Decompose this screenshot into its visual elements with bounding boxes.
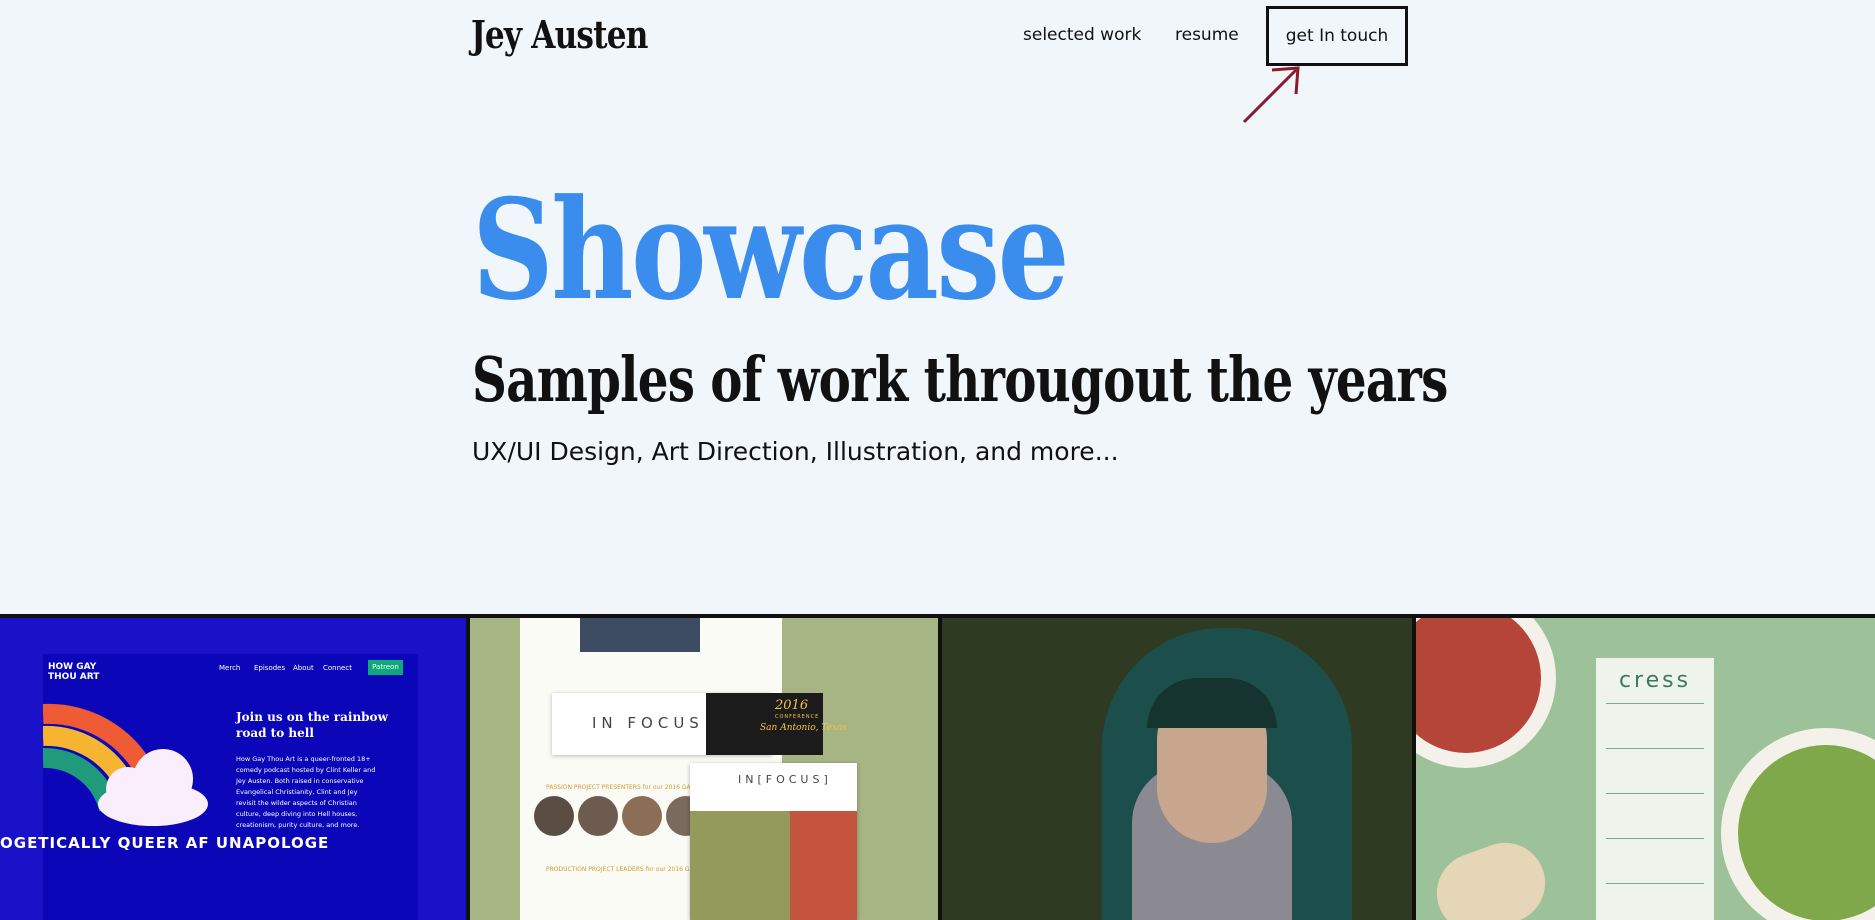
arrow-annotation-icon (1242, 66, 1300, 124)
infocus-photo (580, 618, 700, 652)
cress-brand: cress (1618, 668, 1692, 693)
cress-menu-card: cress (1596, 658, 1714, 920)
page-title: Showcase (472, 168, 1070, 331)
menu-divider (1606, 703, 1704, 704)
infocus-location: San Antonio, Texas (760, 723, 848, 733)
site-header: Jey Austen selected work resume get In t… (0, 0, 1875, 124)
mockup-marquee: OGETICALLY QUEER AF UNAPOLOGE (0, 834, 330, 852)
menu-divider (1606, 793, 1704, 794)
menu-divider (1606, 883, 1704, 884)
nav-resume-link[interactable]: resume (1175, 6, 1239, 64)
gallery-tile-cress-menu[interactable]: cress (1416, 618, 1875, 920)
avatar (578, 796, 618, 836)
get-in-touch-button[interactable]: get In touch (1266, 6, 1408, 66)
podcast-brand: HOW GAY THOU ART (48, 662, 100, 682)
infocus-year: 2016 (775, 698, 809, 713)
mockup-nav-item: Merch (219, 664, 241, 672)
menu-divider (1606, 748, 1704, 749)
mockup-nav-item: Connect (323, 664, 352, 672)
infocus-brand: IN FOCUS (592, 714, 704, 732)
mockup-body-text: How Gay Thou Art is a queer-fronted 18+ … (236, 755, 376, 829)
avatar (534, 796, 574, 836)
menu-divider (1606, 838, 1704, 839)
mockup-nav-item: About (293, 664, 314, 672)
infocus-faces (534, 796, 710, 840)
gallery-tile-infocus[interactable]: IN FOCUS 2016 CONFERENCE San Antonio, Te… (470, 618, 942, 920)
nav-selected-work-link[interactable]: selected work (1023, 6, 1141, 64)
infocus-card-red-panel (790, 811, 857, 920)
page-subtitle: Samples of work througout the years (472, 343, 1448, 416)
main-nav: selected work resume get In touch (0, 6, 1875, 66)
infocus-card-green-panel (690, 811, 790, 920)
gallery-tile-hooded-portrait[interactable] (942, 618, 1416, 920)
avatar (622, 796, 662, 836)
gallery-tile-podcast-site[interactable]: HOW GAY THOU ART Merch Episodes About Co… (0, 618, 470, 920)
mockup-headline: Join us on the rainbow road to hell (236, 710, 388, 740)
infocus-conference: CONFERENCE (775, 714, 820, 720)
mockup-nav-item: Episodes (254, 664, 286, 672)
infocus-card-brand: IN[FOCUS] (738, 773, 832, 786)
podcast-site-mockup: HOW GAY THOU ART Merch Episodes About Co… (43, 654, 418, 920)
work-gallery: HOW GAY THOU ART Merch Episodes About Co… (0, 614, 1875, 920)
rainbow-cloud-illustration-icon (43, 703, 208, 826)
infocus-card: IN[FOCUS] (690, 763, 857, 920)
page-description: UX/UI Design, Art Direction, Illustratio… (472, 437, 1119, 466)
mockup-patreon-button: Patreon (368, 660, 403, 675)
food-wrap (1425, 831, 1557, 920)
